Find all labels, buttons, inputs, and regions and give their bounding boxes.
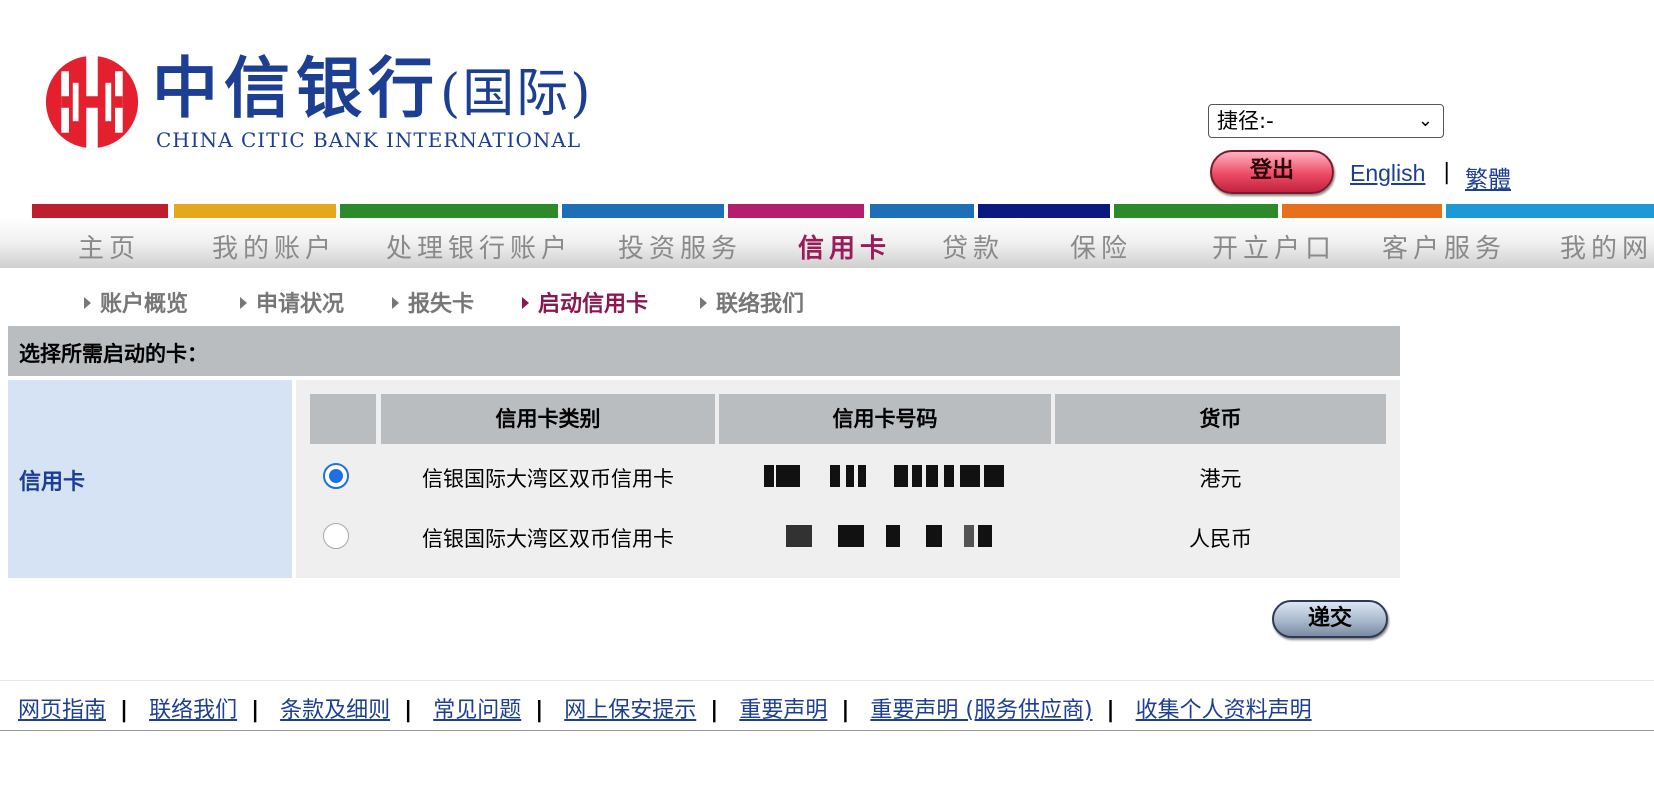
masked-card-number-1 — [764, 465, 1004, 487]
logo-english-name: CHINA CITIC BANK INTERNATIONAL — [156, 128, 582, 152]
chevron-down-icon: ⌄ — [1417, 110, 1433, 131]
triangle-right-icon — [392, 297, 399, 309]
card-radio-1[interactable] — [323, 463, 349, 489]
nav-color-segment — [1282, 204, 1442, 218]
nav-item-my-accounts[interactable]: 我的账户 — [212, 228, 336, 265]
submit-button[interactable]: 递交 — [1272, 600, 1388, 638]
citic-logo-icon — [45, 55, 139, 149]
card-row-label: 信用卡 — [8, 380, 292, 578]
nav-item-loans[interactable]: 贷款 — [942, 228, 1004, 265]
footer-separator: | — [841, 698, 850, 723]
nav-color-strip — [0, 204, 1654, 218]
nav-color-segment — [340, 204, 558, 218]
footer-divider-top — [0, 680, 1654, 681]
nav-item-banking[interactable]: 处理银行账户 — [386, 228, 572, 265]
section-header: 选择所需启动的卡： — [8, 326, 1400, 376]
footer-separator: | — [1106, 698, 1115, 723]
triangle-right-icon — [84, 297, 91, 309]
footer-link-privacy[interactable]: 收集个人资料声明 — [1136, 698, 1312, 723]
card-currency-2: 人民币 — [1189, 527, 1252, 551]
card-currency-1: 港元 — [1199, 467, 1242, 491]
table-header-card-number: 信用卡号码 — [719, 394, 1051, 444]
language-separator: | — [1443, 160, 1451, 185]
footer-separator: | — [404, 698, 413, 723]
footer-separator: | — [251, 698, 260, 723]
card-type-1: 信银国际大湾区双币信用卡 — [422, 467, 674, 491]
footer-separator: | — [120, 698, 129, 723]
footer-link-site-guide[interactable]: 网页指南 — [18, 698, 106, 723]
card-radio-2[interactable] — [323, 523, 349, 549]
logout-button[interactable]: 登出 — [1210, 150, 1334, 194]
subnav-item-contact-us[interactable]: 联络我们 — [700, 286, 804, 318]
nav-item-credit-card[interactable]: 信用卡 — [798, 228, 891, 265]
language-traditional-link[interactable]: 繁體 — [1465, 160, 1511, 194]
nav-item-insurance[interactable]: 保险 — [1070, 228, 1132, 265]
triangle-right-icon — [700, 297, 707, 309]
footer-link-security-tips[interactable]: 网上保安提示 — [564, 698, 696, 723]
logo-chinese-name: 中信银行(国际) — [152, 49, 593, 127]
nav-color-segment — [32, 204, 168, 218]
footer-separator: | — [710, 698, 719, 723]
footer-separator: | — [535, 698, 544, 723]
nav-color-segment — [174, 204, 336, 218]
nav-item-investment[interactable]: 投资服务 — [618, 228, 742, 265]
bank-logo: 中信银行(国际) CHINA CITIC BANK INTERNATIONAL — [44, 48, 604, 158]
nav-color-segment — [562, 204, 724, 218]
table-header-card-type: 信用卡类别 — [381, 394, 715, 444]
footer-link-disclaimer[interactable]: 重要声明 — [739, 698, 827, 723]
shortcut-select-value: 捷径:- — [1217, 109, 1274, 133]
card-row-label-text: 信用卡 — [19, 470, 86, 495]
triangle-right-icon — [522, 297, 529, 309]
footer-link-disclaimer-provider[interactable]: 重要声明 (服务供应商) — [870, 698, 1092, 723]
card-type-2: 信银国际大湾区双币信用卡 — [422, 527, 674, 551]
nav-color-segment — [1446, 204, 1654, 218]
masked-card-number-2 — [774, 525, 1000, 547]
subnav-item-overview[interactable]: 账户概览 — [84, 286, 188, 318]
nav-item-home[interactable]: 主页 — [78, 228, 140, 265]
shortcut-select[interactable]: 捷径:- ⌄ — [1208, 104, 1444, 138]
nav-color-segment — [728, 204, 864, 218]
language-english-link[interactable]: English — [1350, 160, 1425, 187]
footer-link-terms[interactable]: 条款及细则 — [280, 698, 390, 723]
section-title: 选择所需启动的卡： — [19, 342, 208, 366]
triangle-right-icon — [240, 297, 247, 309]
nav-color-segment — [870, 204, 974, 218]
subnav-item-report-lost[interactable]: 报失卡 — [392, 286, 474, 318]
footer-link-faq[interactable]: 常见问题 — [433, 698, 521, 723]
nav-color-segment — [1114, 204, 1278, 218]
nav-item-customer-service[interactable]: 客户服务 — [1382, 228, 1506, 265]
nav-color-segment — [978, 204, 1110, 218]
footer-divider-bottom — [0, 730, 1654, 731]
table-header-select — [310, 394, 376, 444]
nav-item-my-online[interactable]: 我的网上 — [1560, 228, 1654, 265]
footer-link-contact-us[interactable]: 联络我们 — [149, 698, 237, 723]
table-header-currency: 货币 — [1055, 394, 1386, 444]
footer-links: 网页指南 | 联络我们 | 条款及细则 | 常见问题 | 网上保安提示 | 重要声明 | 重… — [18, 692, 1312, 724]
subnav-item-application-status[interactable]: 申请状况 — [240, 286, 344, 318]
subnav-item-activate-card[interactable]: 启动信用卡 — [522, 286, 648, 318]
nav-item-open-account[interactable]: 开立户口 — [1212, 228, 1336, 265]
